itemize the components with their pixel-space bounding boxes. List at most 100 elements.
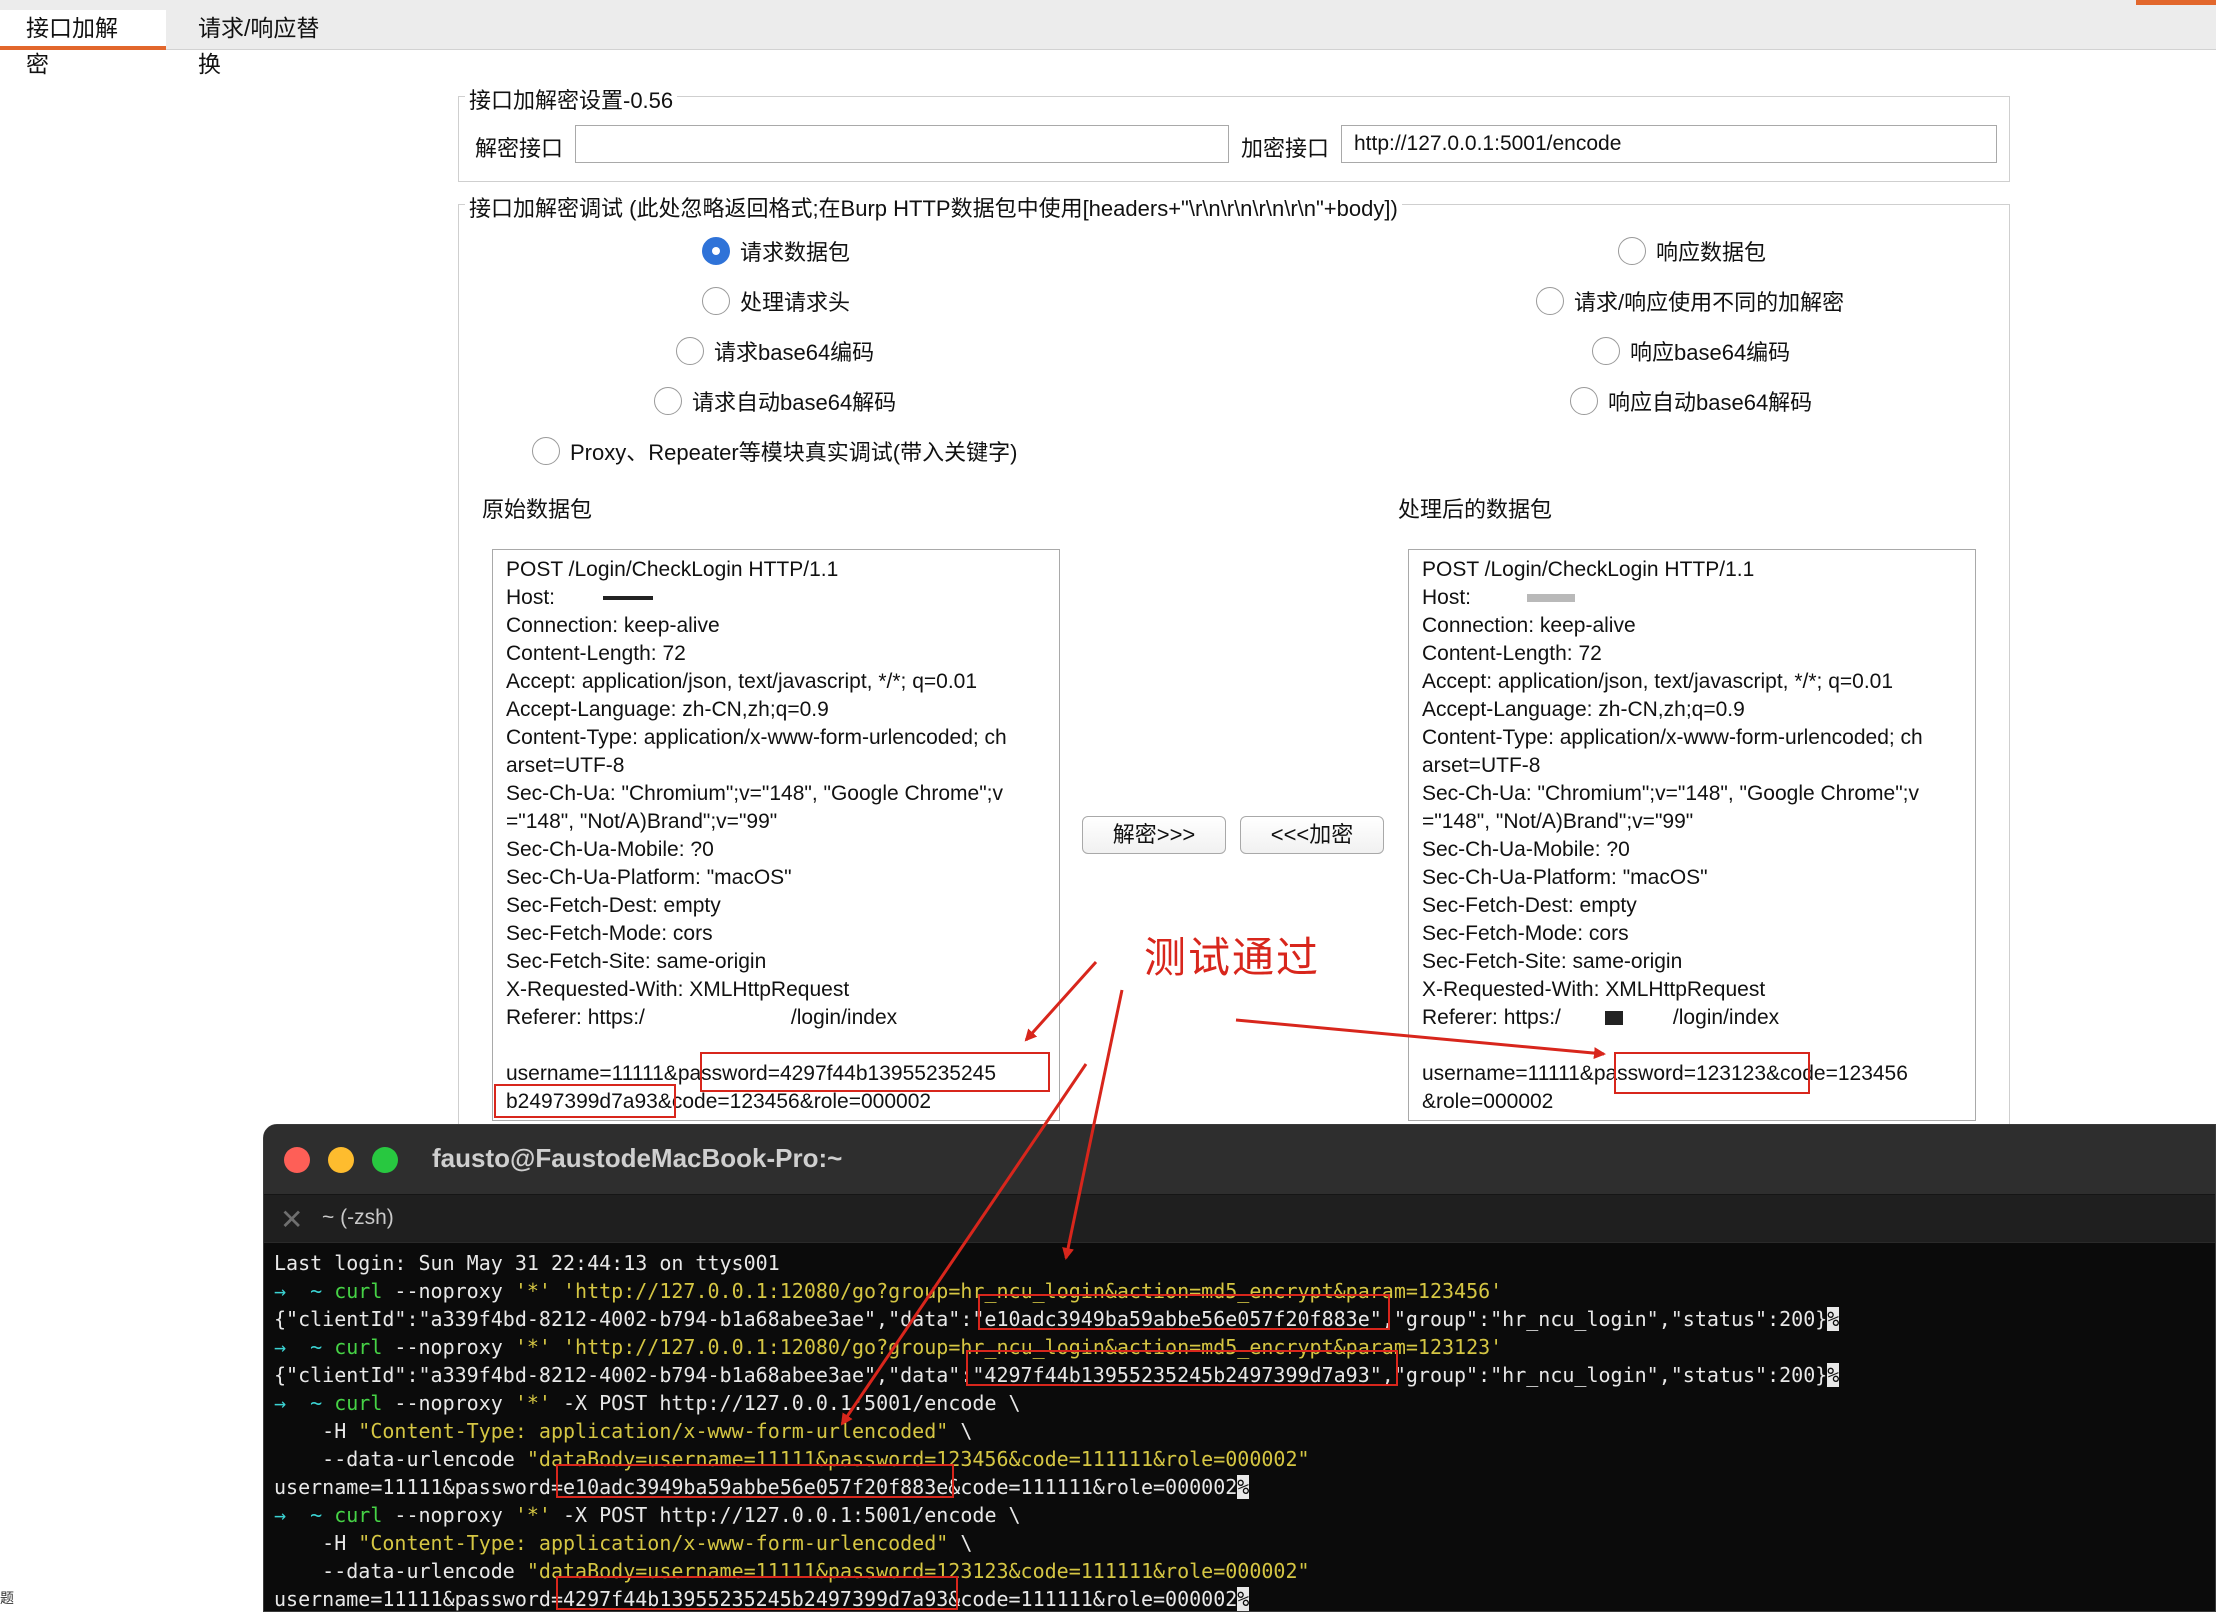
radio-label: 响应base64编码: [1630, 340, 1791, 365]
packet-line: Sec-Ch-Ua-Platform: "macOS": [1422, 866, 1708, 889]
radio-dot: [1592, 337, 1620, 365]
radio-request-base64-encode[interactable]: 请求base64编码: [676, 335, 874, 367]
terminal-text: → ~: [274, 1503, 335, 1527]
packet-blank-line: [506, 1032, 1046, 1060]
terminal-text: curl: [334, 1391, 383, 1415]
radio-real-module-debug[interactable]: Proxy、Repeater等模块真实调试(带入关键字): [532, 435, 1017, 467]
zoom-window-button[interactable]: [372, 1147, 398, 1173]
radio-label: 响应自动base64解码: [1608, 390, 1813, 415]
redacted-host: [1527, 594, 1576, 603]
tab-interface-crypto[interactable]: 接口加解密: [0, 10, 166, 77]
packet-line: Content-Length: 72: [1422, 642, 1602, 665]
radio-dot: [702, 237, 730, 265]
terminal-text: -H: [274, 1419, 359, 1443]
packet-blank-line: [1422, 1032, 1962, 1060]
packet-line: Referer: https:/ /login/index: [1422, 1004, 1962, 1032]
packet-line: arset=UTF-8: [506, 754, 625, 777]
terminal-line: -H "Content-Type: application/x-www-form…: [274, 1529, 2215, 1557]
packet-line: POST /Login/CheckLogin HTTP/1.1: [1422, 558, 1755, 581]
terminal-output[interactable]: Last login: Sun May 31 22:44:13 on ttys0…: [274, 1249, 2215, 1611]
packet-line: POST /Login/CheckLogin HTTP/1.1: [506, 558, 839, 581]
close-tab-icon[interactable]: ✕: [280, 1203, 303, 1236]
packet-line-text: /login/index: [1672, 1006, 1780, 1029]
packet-line: Host:: [1422, 584, 1962, 612]
top-tab-bar: 接口加解密 请求/响应替换: [0, 0, 2216, 77]
close-window-button[interactable]: [284, 1147, 310, 1173]
radio-label: Proxy、Repeater等模块真实调试(带入关键字): [570, 440, 1018, 465]
terminal-text: curl: [334, 1335, 383, 1359]
redacted-referer: [1604, 1011, 1623, 1026]
radio-response-packet[interactable]: 响应数据包: [1618, 235, 1766, 267]
radio-dot: [676, 337, 704, 365]
original-packet-textarea[interactable]: POST /Login/CheckLogin HTTP/1.1 Host: Co…: [492, 549, 1060, 1121]
packet-line: Connection: keep-alive: [1422, 614, 1636, 637]
terminal-line: → ~ curl --noproxy '*' -X POST http://12…: [274, 1501, 2215, 1529]
radio-dot: [1536, 287, 1564, 315]
terminal-line: → ~ curl --noproxy '*' 'http://127.0.0.1…: [274, 1333, 2215, 1361]
packet-line: ="148", "Not/A)Brand";v="99": [506, 810, 778, 833]
terminal-text: %: [1827, 1307, 1840, 1331]
packet-line: Accept-Language: zh-CN,zh;q=0.9: [506, 698, 829, 721]
packet-line: arset=UTF-8: [1422, 754, 1541, 777]
encrypt-endpoint-input[interactable]: http://127.0.0.1:5001/encode: [1341, 125, 1997, 163]
debug-legend: 接口加解密调试 (此处忽略返回格式;在Burp HTTP数据包中使用[heade…: [465, 191, 1402, 223]
processed-packet-textarea[interactable]: POST /Login/CheckLogin HTTP/1.1 Host: Co…: [1408, 549, 1976, 1121]
packet-line: Sec-Ch-Ua-Platform: "macOS": [506, 866, 792, 889]
terminal-line: {"clientId":"a339f4bd-8212-4002-b794-b1a…: [274, 1305, 2215, 1333]
terminal-text: {"clientId":"a339f4bd-8212-4002-b794-b1a…: [274, 1307, 1828, 1331]
radio-dot: [1570, 387, 1598, 415]
terminal-titlebar: fausto@FaustodeMacBook-Pro:~: [264, 1125, 2215, 1195]
radio-response-base64-encode[interactable]: 响应base64编码: [1592, 335, 1790, 367]
tab-request-response-replace[interactable]: 请求/响应替换: [172, 10, 366, 77]
packet-line: Connection: keep-alive: [506, 614, 720, 637]
radio-dot: [702, 287, 730, 315]
decrypt-button[interactable]: 解密>>>: [1082, 816, 1226, 854]
radio-request-packet[interactable]: 请求数据包: [702, 235, 850, 267]
packet-line: Accept-Language: zh-CN,zh;q=0.9: [1422, 698, 1745, 721]
radio-request-auto-base64-decode[interactable]: 请求自动base64解码: [654, 385, 896, 417]
terminal-text: "dataBody=username=11111&password=123456…: [526, 1447, 1310, 1471]
terminal-window[interactable]: fausto@FaustodeMacBook-Pro:~ ✕ ~ (-zsh) …: [263, 1124, 2216, 1612]
terminal-text: "Content-Type: application/x-www-form-ur…: [358, 1531, 949, 1555]
terminal-text: "dataBody=username=11111&password=123123…: [526, 1559, 1310, 1583]
terminal-line: -H "Content-Type: application/x-www-form…: [274, 1417, 2215, 1445]
terminal-text: → ~: [274, 1279, 335, 1303]
minimize-window-button[interactable]: [328, 1147, 354, 1173]
terminal-text: --noproxy: [382, 1335, 515, 1359]
packet-line: Sec-Fetch-Dest: empty: [1422, 894, 1637, 917]
radio-label: 请求自动base64解码: [692, 390, 897, 415]
terminal-tab-bar: ✕ ~ (-zsh): [264, 1195, 2215, 1243]
terminal-text: -X POST http://127.0.0.1:5001/encode \: [550, 1503, 1021, 1527]
packet-line: Content-Type: application/x-www-form-url…: [506, 726, 1007, 749]
radio-label: 请求base64编码: [714, 340, 875, 365]
packet-line-text: Host:: [1422, 586, 1472, 609]
left-edge-fragment: 题: [0, 1590, 14, 1606]
terminal-tab[interactable]: ~ (-zsh): [322, 1206, 394, 1230]
packet-line-text: Host:: [506, 586, 556, 609]
radio-different-crypto[interactable]: 请求/响应使用不同的加解密: [1536, 285, 1844, 317]
packet-line: Sec-Fetch-Mode: cors: [506, 922, 713, 945]
terminal-text: "Content-Type: application/x-www-form-ur…: [358, 1419, 949, 1443]
packet-line: Sec-Fetch-Site: same-origin: [1422, 950, 1683, 973]
terminal-text: curl: [334, 1503, 383, 1527]
packet-line: Sec-Ch-Ua: "Chromium";v="148", "Google C…: [506, 782, 1003, 805]
corner-accent: [2136, 0, 2216, 5]
terminal-text: -X POST http://127.0.0.1:5001/encode \: [550, 1391, 1021, 1415]
encrypt-button[interactable]: <<<加密: [1240, 816, 1384, 854]
terminal-text: --noproxy: [382, 1503, 515, 1527]
processed-packet-title: 处理后的数据包: [1398, 497, 1553, 522]
terminal-line: username=11111&password=4297f44b13955235…: [274, 1585, 2215, 1611]
packet-line: Referer: https:/ /login/index: [506, 1004, 1046, 1032]
packet-line: Host:: [506, 584, 1046, 612]
packet-line-text: /login/index: [790, 1006, 898, 1029]
radio-process-request-headers[interactable]: 处理请求头: [702, 285, 850, 317]
decrypt-endpoint-input[interactable]: [575, 125, 1229, 163]
packet-line: b2497399d7a93&code=123456&role=000002: [506, 1090, 932, 1113]
terminal-text: \: [948, 1531, 973, 1555]
decrypt-endpoint-label: 解密接口: [475, 136, 564, 161]
packet-line-text: Referer: https:/: [1422, 1006, 1561, 1029]
radio-dot: [1618, 237, 1646, 265]
packet-line: Content-Type: application/x-www-form-url…: [1422, 726, 1923, 749]
radio-response-auto-base64-decode[interactable]: 响应自动base64解码: [1570, 385, 1812, 417]
settings-legend: 接口加解密设置-0.56: [465, 83, 678, 115]
